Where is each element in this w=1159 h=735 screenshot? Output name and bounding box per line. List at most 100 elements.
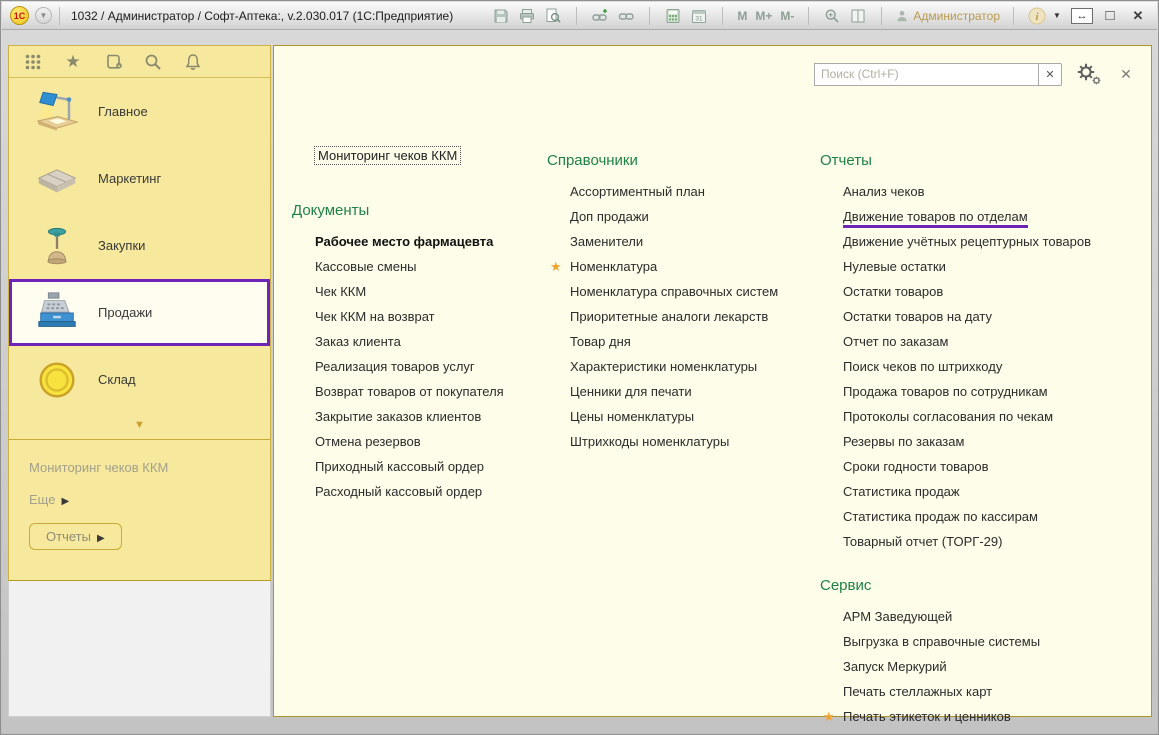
menu-item[interactable]: Заменители xyxy=(570,229,822,254)
sidebar-item-package[interactable]: Маркетинг xyxy=(9,145,270,212)
menu-grid-icon[interactable] xyxy=(22,51,44,73)
menu-item[interactable]: Сроки годности товаров xyxy=(843,454,1150,479)
menu-item[interactable]: Номенклатура справочных систем xyxy=(570,279,822,304)
menu-item[interactable]: Закрытие заказов клиентов xyxy=(315,404,542,429)
menu-item[interactable]: Ценники для печати xyxy=(570,379,822,404)
calendar-icon[interactable]: 31 xyxy=(689,6,709,26)
current-user-button[interactable]: Администратор xyxy=(895,9,1000,23)
section-references: СправочникиАссортиментный планДоп продаж… xyxy=(547,151,822,454)
resize-panels-icon[interactable]: ↔ xyxy=(1071,8,1093,24)
menu-item-label: Статистика продаж xyxy=(843,484,960,499)
memory-plus-button[interactable]: M+ xyxy=(754,9,773,23)
menu-item[interactable]: Товарный отчет (ТОРГ-29) xyxy=(843,529,1150,554)
sidebar-reports-button[interactable]: Отчеты▶ xyxy=(29,523,122,550)
sidebar-link-monitoring[interactable]: Мониторинг чеков ККМ xyxy=(29,460,270,475)
menu-item[interactable]: Чек ККМ на возврат xyxy=(315,304,542,329)
sidebar-item-coin[interactable]: Склад xyxy=(9,346,270,413)
menu-item[interactable]: Поиск чеков по штрихкоду xyxy=(843,354,1150,379)
function-menu-panel: ✕ ✕ Мониторинг чеков ККМ Документы Рабоче… xyxy=(273,45,1152,717)
settings-gears-icon[interactable] xyxy=(1076,62,1102,86)
monitoring-checks-link[interactable]: Мониторинг чеков ККМ xyxy=(314,146,461,165)
search-icon[interactable] xyxy=(142,51,164,73)
sidebar-collapse-arrow-icon[interactable]: ▼ xyxy=(9,413,270,439)
menu-item[interactable]: Резервы по заказам xyxy=(843,429,1150,454)
menu-item[interactable]: Анализ чеков xyxy=(843,179,1150,204)
menu-item[interactable]: Движение учётных рецептурных товаров xyxy=(843,229,1150,254)
menu-item[interactable]: Статистика продаж по кассирам xyxy=(843,504,1150,529)
menu-item[interactable]: Возврат товаров от покупателя xyxy=(315,379,542,404)
section-title: Документы xyxy=(292,201,542,221)
menu-item[interactable]: Движение товаров по отделам xyxy=(843,204,1150,229)
menu-item[interactable]: Протоколы согласования по чекам xyxy=(843,404,1150,429)
print-preview-icon[interactable] xyxy=(543,6,563,26)
menu-item[interactable]: Доп продажи xyxy=(570,204,822,229)
notifications-bell-icon[interactable] xyxy=(182,51,204,73)
menu-item[interactable]: Цены номенклатуры xyxy=(570,404,822,429)
panel-close-icon[interactable]: ✕ xyxy=(1116,66,1136,83)
sidebar-item-label: Закупки xyxy=(98,238,145,253)
info-icon[interactable]: i xyxy=(1027,6,1047,26)
menu-item-label: Штрихкоды номенклатуры xyxy=(570,434,729,449)
memory-recall-button[interactable]: M xyxy=(736,9,748,23)
user-icon xyxy=(895,9,909,23)
menu-item-label: АРМ Заведующей xyxy=(843,609,952,624)
menu-item[interactable]: Ассортиментный план xyxy=(570,179,822,204)
menu-item[interactable]: Характеристики номенклатуры xyxy=(570,354,822,379)
menu-item[interactable]: Отчет по заказам xyxy=(843,329,1150,354)
menu-item-label: Заменители xyxy=(570,234,643,249)
menu-item[interactable]: ★Номенклатура xyxy=(570,254,822,279)
menu-item[interactable]: Чек ККМ xyxy=(315,279,542,304)
link-icon[interactable] xyxy=(616,6,636,26)
menu-item-label: Товарный отчет (ТОРГ-29) xyxy=(843,534,1002,549)
menu-item[interactable]: Статистика продаж xyxy=(843,479,1150,504)
favorites-star-icon[interactable]: ★ xyxy=(62,51,84,73)
menu-item[interactable]: Запуск Меркурий xyxy=(843,654,1150,679)
sidebar-item-stand[interactable]: Закупки xyxy=(9,212,270,279)
search-clear-icon[interactable]: ✕ xyxy=(1038,63,1062,86)
menu-item[interactable]: Приходный кассовый ордер xyxy=(315,454,542,479)
calculator-icon[interactable] xyxy=(663,6,683,26)
maximize-icon[interactable]: □ xyxy=(1099,7,1121,24)
section-title: Сервис xyxy=(820,576,1150,596)
system-menu-dropdown-icon[interactable]: ▼ xyxy=(35,7,52,24)
toolbar-overflow-caret-icon[interactable]: ▼ xyxy=(1053,11,1065,20)
zoom-icon[interactable] xyxy=(822,6,842,26)
menu-item[interactable]: Продажа товаров по сотрудникам xyxy=(843,379,1150,404)
history-scroll-icon[interactable] xyxy=(102,51,124,73)
menu-item[interactable]: Остатки товаров на дату xyxy=(843,304,1150,329)
menu-item[interactable]: Расходный кассовый ордер xyxy=(315,479,542,504)
add-link-icon[interactable] xyxy=(590,6,610,26)
menu-item[interactable]: Остатки товаров xyxy=(843,279,1150,304)
menu-item[interactable]: Реализация товаров услуг xyxy=(315,354,542,379)
sidebar-item-label: Главное xyxy=(98,104,148,119)
menu-item[interactable]: АРМ Заведующей xyxy=(843,604,1150,629)
column-documents: Мониторинг чеков ККМ Документы Рабочее ме… xyxy=(292,146,542,504)
memory-minus-button[interactable]: M- xyxy=(779,9,795,23)
menu-item[interactable]: Заказ клиента xyxy=(315,329,542,354)
search-input[interactable] xyxy=(814,63,1038,86)
sidebar-item-lamp[interactable]: Главное xyxy=(9,78,270,145)
divider xyxy=(881,7,882,25)
split-columns-icon[interactable] xyxy=(848,6,868,26)
menu-item[interactable]: ★Печать этикеток и ценников xyxy=(843,704,1150,729)
menu-item[interactable]: Печать стеллажных карт xyxy=(843,679,1150,704)
save-icon[interactable] xyxy=(491,6,511,26)
menu-item[interactable]: Рабочее место фармацевта xyxy=(315,229,542,254)
window-close-icon[interactable]: ✕ xyxy=(1127,8,1149,24)
menu-item-label: Возврат товаров от покупателя xyxy=(315,384,504,399)
menu-item[interactable]: Штрихкоды номенклатуры xyxy=(570,429,822,454)
menu-item[interactable]: Выгрузка в справочные системы xyxy=(843,629,1150,654)
titlebar-toolbar: 31 M M+ M- Администратор i ▼ ↔ xyxy=(491,6,1149,26)
menu-item[interactable]: Отмена резервов xyxy=(315,429,542,454)
sidebar-more-link[interactable]: Еще▶ xyxy=(29,492,270,507)
column-reports-service: ОтчетыАнализ чековДвижение товаров по от… xyxy=(820,151,1150,729)
divider xyxy=(576,7,577,25)
section-documents: Документы Рабочее место фармацевтаКассовы… xyxy=(292,201,542,504)
print-icon[interactable] xyxy=(517,6,537,26)
menu-item[interactable]: Кассовые смены xyxy=(315,254,542,279)
sidebar-item-cash-register[interactable]: Продажи xyxy=(9,279,270,346)
menu-item[interactable]: Нулевые остатки xyxy=(843,254,1150,279)
menu-item-label: Закрытие заказов клиентов xyxy=(315,409,481,424)
menu-item[interactable]: Товар дня xyxy=(570,329,822,354)
menu-item[interactable]: Приоритетные аналоги лекарств xyxy=(570,304,822,329)
